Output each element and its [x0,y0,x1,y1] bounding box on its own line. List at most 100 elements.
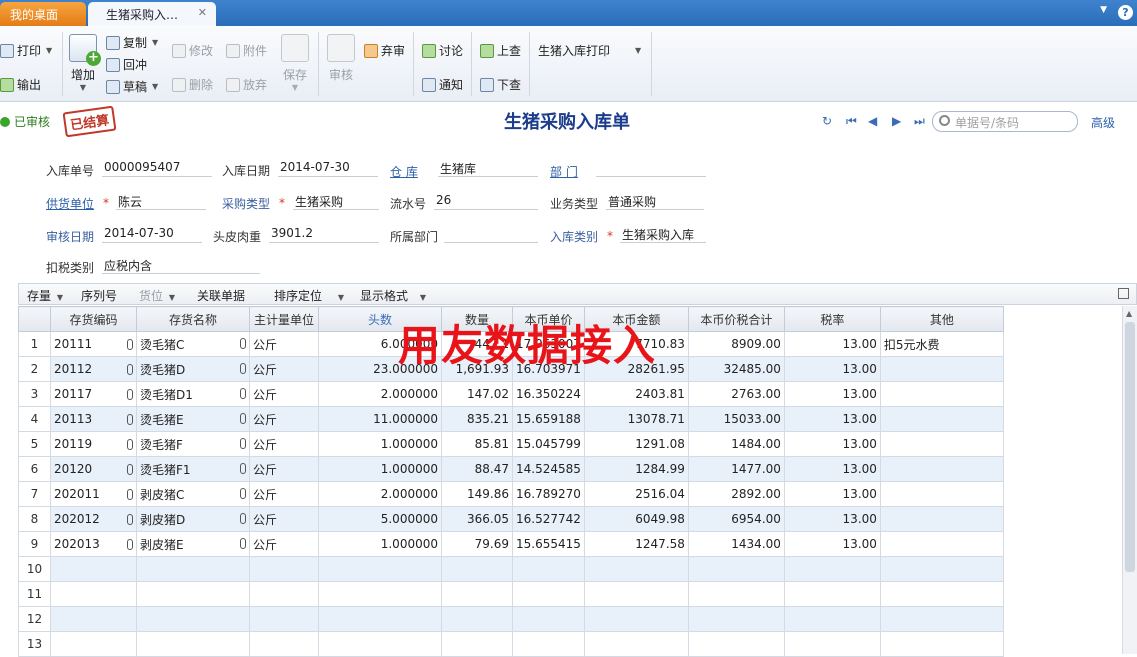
paperclip-icon[interactable] [240,512,246,524]
table-cell[interactable] [687,581,785,607]
search-input[interactable]: 单据号/条码 [932,111,1078,132]
table-cell[interactable]: 79.69 [441,531,513,557]
table-cell[interactable]: 20113 [50,406,137,432]
tab-purchase-receipt[interactable]: 生猪采购入… ✕ [88,2,216,26]
column-header[interactable]: 本币价税合计 [687,306,785,332]
table-row[interactable]: 11 [18,581,1004,607]
table-cell[interactable] [50,606,137,632]
paperclip-icon[interactable] [127,539,133,550]
table-row[interactable]: 2 20112 烫毛猪D 公斤 23.000000 1,691.93 16.703971 28… [18,356,1004,382]
table-row[interactable]: 9 202013 剥皮猪E 公斤 1.000000 79.69 15.655415 1247.… [18,531,1004,557]
table-cell[interactable]: 16.350224 [512,381,585,407]
table-cell[interactable]: 202012 [50,506,137,532]
table-cell[interactable]: 2.000000 [318,381,442,407]
table-cell[interactable] [783,556,881,582]
table-row[interactable]: 6 20120 烫毛猪F1 公斤 1.000000 88.47 14.524585 1284.… [18,456,1004,482]
table-cell[interactable]: 2403.81 [583,381,689,407]
receipt-category-field[interactable]: 生猪采购入库 [620,226,706,243]
table-cell[interactable] [441,606,513,632]
table-cell[interactable]: 2516.04 [583,481,689,507]
table-cell[interactable]: 烫毛猪F1 [136,456,250,482]
table-row[interactable]: 5 20119 烫毛猪F 公斤 1.000000 85.81 15.045799 1291.0… [18,431,1004,457]
audit-button[interactable]: 审核 [324,34,358,83]
table-cell[interactable]: 剥皮猪C [136,481,250,507]
table-cell[interactable]: 85.81 [441,431,513,457]
chevron-down-icon[interactable]: ▼ [1100,5,1107,15]
delete-button[interactable]: 删除 [172,76,213,93]
table-cell[interactable]: 1.000000 [318,431,442,457]
column-header[interactable]: 存货编码 [50,306,137,332]
table-cell[interactable]: 2892.00 [687,481,785,507]
export-button[interactable]: 输出 [0,76,41,93]
table-row[interactable]: 7 202011 剥皮猪C 公斤 2.000000 149.86 16.789270 2516… [18,481,1004,507]
paperclip-icon[interactable] [240,387,246,399]
table-cell[interactable]: 公斤 [249,481,319,507]
table-cell[interactable]: 1.000000 [318,456,442,482]
first-record-icon[interactable]: ⏮ [846,114,857,129]
table-cell[interactable]: 烫毛猪F [136,431,250,457]
table-cell[interactable] [583,631,689,657]
column-header[interactable]: 头数 [318,306,442,332]
table-cell[interactable]: 1484.00 [687,431,785,457]
table-cell[interactable] [879,606,1004,632]
table-cell[interactable]: 公斤 [249,406,319,432]
tax-type-field[interactable]: 应税内含 [102,257,260,274]
table-cell[interactable]: 8909.00 [687,331,785,357]
table-cell[interactable]: 11.000000 [318,406,442,432]
table-cell[interactable]: 13.00 [783,456,881,482]
table-cell[interactable]: 88.47 [441,456,513,482]
draft-button[interactable]: 草稿 ▼ [106,78,158,95]
table-cell[interactable]: 28261.95 [583,356,689,382]
scroll-up-icon[interactable]: ▲ [1126,309,1132,318]
table-cell[interactable]: 15.045799 [512,431,585,457]
table-cell[interactable] [50,556,137,582]
table-cell[interactable]: 1.000000 [318,531,442,557]
table-row[interactable]: 8 202012 剥皮猪D 公斤 5.000000 366.05 16.527742 6049… [18,506,1004,532]
next-query-button[interactable]: 下查 [480,76,521,93]
paperclip-icon[interactable] [240,487,246,499]
table-cell[interactable]: 16.527742 [512,506,585,532]
table-cell[interactable]: 1434.00 [687,531,785,557]
table-cell[interactable]: 13.00 [783,381,881,407]
table-cell[interactable]: 13.00 [783,406,881,432]
table-cell[interactable]: 147.02 [441,381,513,407]
receipt-no-field[interactable]: 0000095407 [102,160,212,177]
paperclip-icon[interactable] [240,537,246,549]
table-cell[interactable] [249,581,319,607]
table-cell[interactable]: 剥皮猪D [136,506,250,532]
table-cell[interactable] [441,556,513,582]
table-cell[interactable]: 公斤 [249,506,319,532]
copy-button[interactable]: 复制 ▼ [106,34,158,51]
table-cell[interactable] [136,631,250,657]
table-cell[interactable] [879,456,1004,482]
table-cell[interactable]: 扣5元水费 [879,331,1004,357]
table-cell[interactable] [583,581,689,607]
table-cell[interactable]: 烫毛猪D [136,356,250,382]
vertical-scrollbar[interactable]: ▲ [1122,306,1137,654]
table-cell[interactable] [50,581,137,607]
table-cell[interactable]: 13078.71 [583,406,689,432]
table-cell[interactable] [136,606,250,632]
table-cell[interactable] [249,606,319,632]
paperclip-icon[interactable] [127,339,133,350]
table-cell[interactable]: 14.524585 [512,456,585,482]
refresh-icon[interactable]: ↻ [822,114,832,128]
table-cell[interactable]: 20112 [50,356,137,382]
table-cell[interactable]: 13.00 [783,331,881,357]
warehouse-label[interactable]: 仓 库 [390,163,418,180]
belong-dept-field[interactable] [444,226,538,243]
table-cell[interactable] [879,556,1004,582]
table-cell[interactable]: 202011 [50,481,137,507]
table-cell[interactable] [249,556,319,582]
paperclip-icon[interactable] [240,462,246,474]
linked-docs-button[interactable]: 关联单据 [197,287,245,304]
table-cell[interactable]: 202013 [50,531,137,557]
table-cell[interactable] [687,631,785,657]
paperclip-icon[interactable] [127,414,133,425]
advanced-search-link[interactable]: 高级 [1091,114,1115,131]
table-cell[interactable] [879,406,1004,432]
paperclip-icon[interactable] [240,437,246,449]
notify-button[interactable]: 通知 [422,76,463,93]
paperclip-icon[interactable] [240,337,246,349]
table-cell[interactable] [879,356,1004,382]
